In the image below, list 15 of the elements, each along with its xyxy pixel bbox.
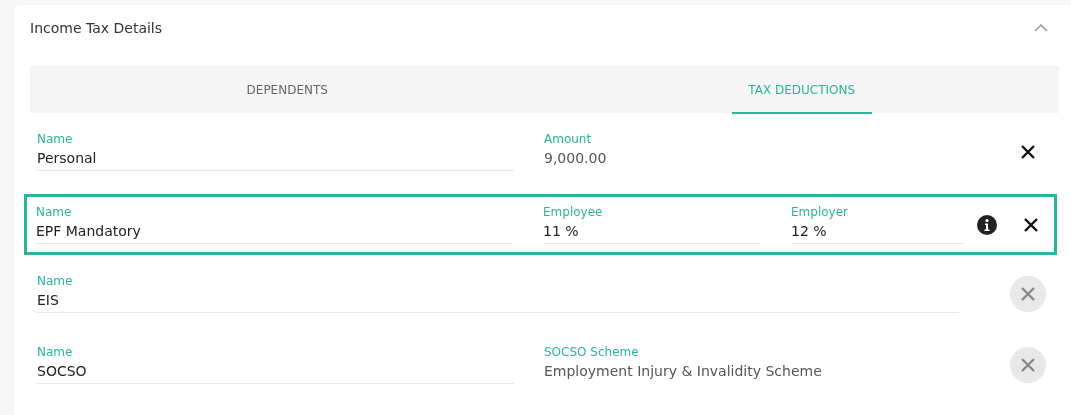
text-field[interactable]: Name EIS xyxy=(37,274,959,313)
close-icon xyxy=(1024,217,1038,232)
info-icon[interactable] xyxy=(977,214,997,235)
close-icon xyxy=(1021,286,1035,301)
text-field[interactable]: Name EPF Mandatory xyxy=(36,205,513,244)
panel-title: Income Tax Details xyxy=(30,20,163,36)
value-display: Amount 9,000.00 xyxy=(544,132,608,168)
close-icon xyxy=(1021,144,1035,159)
text-field[interactable]: Employee 11 % xyxy=(543,205,761,244)
text-field[interactable]: Employer 12 % xyxy=(791,205,964,244)
text-field[interactable]: Name SOCSO xyxy=(37,345,514,384)
tab[interactable]: DEPENDENTS xyxy=(30,66,545,113)
text-field[interactable]: Name Personal xyxy=(37,132,514,171)
close-icon xyxy=(1021,357,1035,372)
value-display: SOCSO Scheme Employment Injury & Invalidity Scheme xyxy=(544,345,823,381)
